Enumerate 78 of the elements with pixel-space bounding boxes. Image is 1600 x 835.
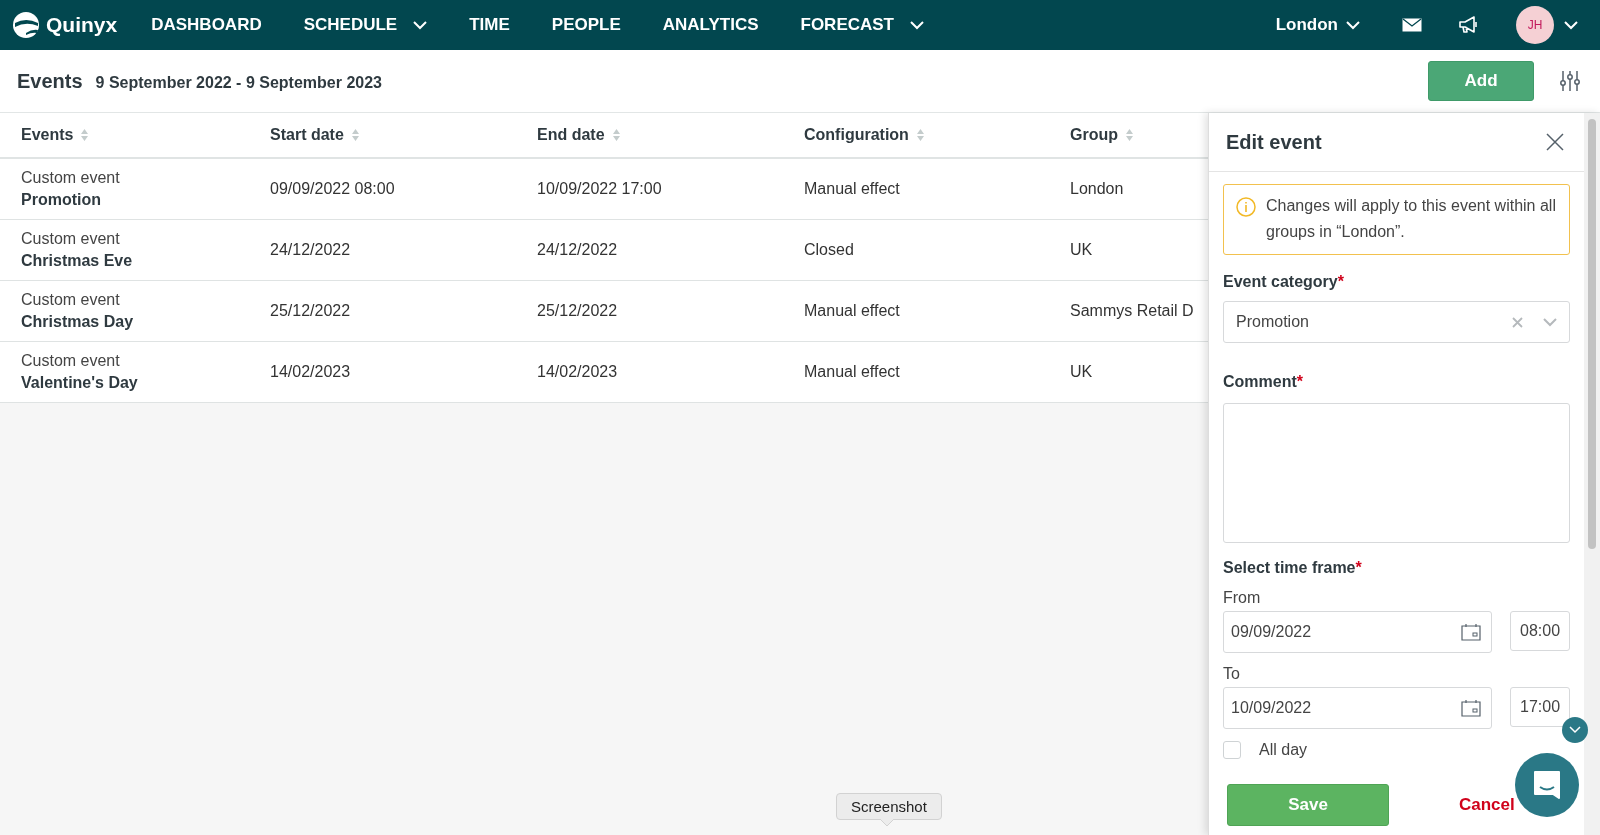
table-cell-text: Manual effect [804,302,901,320]
sort-icon[interactable] [1126,129,1133,141]
checkbox[interactable] [1223,741,1241,759]
table-cell-text: 14/02/2023 [537,363,619,381]
nav-item[interactable]: FORECAST [800,15,924,35]
table-cell-text: 14/02/2023 [270,363,352,381]
nav-item[interactable]: TIME [469,15,510,35]
table-cell-text: 10/09/2022 17:00 [537,180,663,198]
chevron-down-icon [1346,20,1360,30]
table-cell-text: UK [1070,241,1094,259]
filter-sliders-icon[interactable] [1560,70,1580,92]
calendar-icon[interactable] [1461,623,1482,641]
info-icon [1236,197,1256,217]
cancel-button[interactable]: Cancel [1459,795,1515,815]
time-field[interactable]: 08:00 [1510,611,1571,651]
date-field[interactable]: 10/09/2022 [1223,687,1493,729]
scrollbar-thumb[interactable] [1588,119,1596,549]
event-type: Custom event [21,169,121,187]
location-selector[interactable]: London [1269,14,1366,36]
logo-icon [12,11,40,39]
brand-name[interactable]: Quinyx [46,13,118,37]
column-header[interactable]: Configuration [804,126,909,144]
field-label: Comment* [1223,373,1304,391]
clear-icon[interactable] [1512,316,1524,328]
close-icon[interactable] [1546,133,1565,151]
chevron-down-icon [1569,726,1581,734]
date-field[interactable]: 09/09/2022 [1223,611,1493,653]
sort-icon[interactable] [351,129,359,141]
calendar-icon[interactable] [1461,699,1482,717]
user-avatar[interactable]: JH [1516,6,1554,44]
checkbox-label: All day [1259,741,1308,759]
field-label: To [1223,665,1241,683]
table-cell-text: 24/12/2022 [537,241,619,259]
nav-item[interactable]: DASHBOARD [151,15,262,35]
event-type: Custom event [21,291,121,309]
chevron-down-icon [413,20,428,30]
nav-item[interactable]: ANALYTICS [662,15,759,35]
table-cell-text: 09/09/2022 08:00 [270,180,396,198]
sort-icon[interactable] [916,129,924,141]
tooltip-pointer [880,819,894,826]
notice-text: Changes will apply to this event within all groups in “London”. [1266,196,1557,242]
table-cell-text: 25/12/2022 [537,302,619,320]
table-cell-text: London [1070,180,1125,198]
event-type: Custom event [21,230,121,248]
field-label: From [1223,589,1262,607]
chevron-down-icon [1564,20,1578,30]
nav-item[interactable]: PEOPLE [551,15,621,35]
panel-title: Edit event [1226,130,1322,154]
table-cell-text: Manual effect [804,363,901,381]
table-cell-text: Closed [804,241,855,259]
comment-field[interactable] [1223,403,1571,543]
mail-icon[interactable] [1402,18,1422,32]
category-select[interactable]: Promotion [1223,301,1571,343]
field-label: Select time frame* [1223,559,1363,577]
table-cell-text: UK [1070,363,1094,381]
event-name: Valentine's Day [21,374,139,392]
table-cell-text: 25/12/2022 [270,302,352,320]
chevron-down-icon [1543,317,1558,327]
sort-icon[interactable] [612,129,620,141]
field-label: Event category* [1223,273,1345,291]
column-header[interactable]: End date [537,126,605,144]
column-header[interactable]: Start date [270,126,344,144]
table-cell-text: 24/12/2022 [270,241,352,259]
event-name: Christmas Eve [21,252,134,270]
megaphone-icon[interactable] [1458,16,1480,34]
column-header[interactable]: Group [1070,126,1118,144]
event-name: Promotion [21,191,102,209]
nav-item[interactable]: SCHEDULE [303,15,428,35]
column-header[interactable]: Events [21,126,74,144]
chat-icon [1531,769,1563,801]
page-title: Events [17,69,83,93]
event-name: Christmas Day [21,313,135,331]
chevron-down-icon [910,20,924,30]
table-cell-text: Manual effect [804,180,901,198]
date-range: 9 September 2022 - 9 September 2023 [95,73,382,92]
event-type: Custom event [21,352,121,370]
sort-icon[interactable] [81,129,89,141]
table-cell-text: Sammys Retail D [1070,302,1195,320]
